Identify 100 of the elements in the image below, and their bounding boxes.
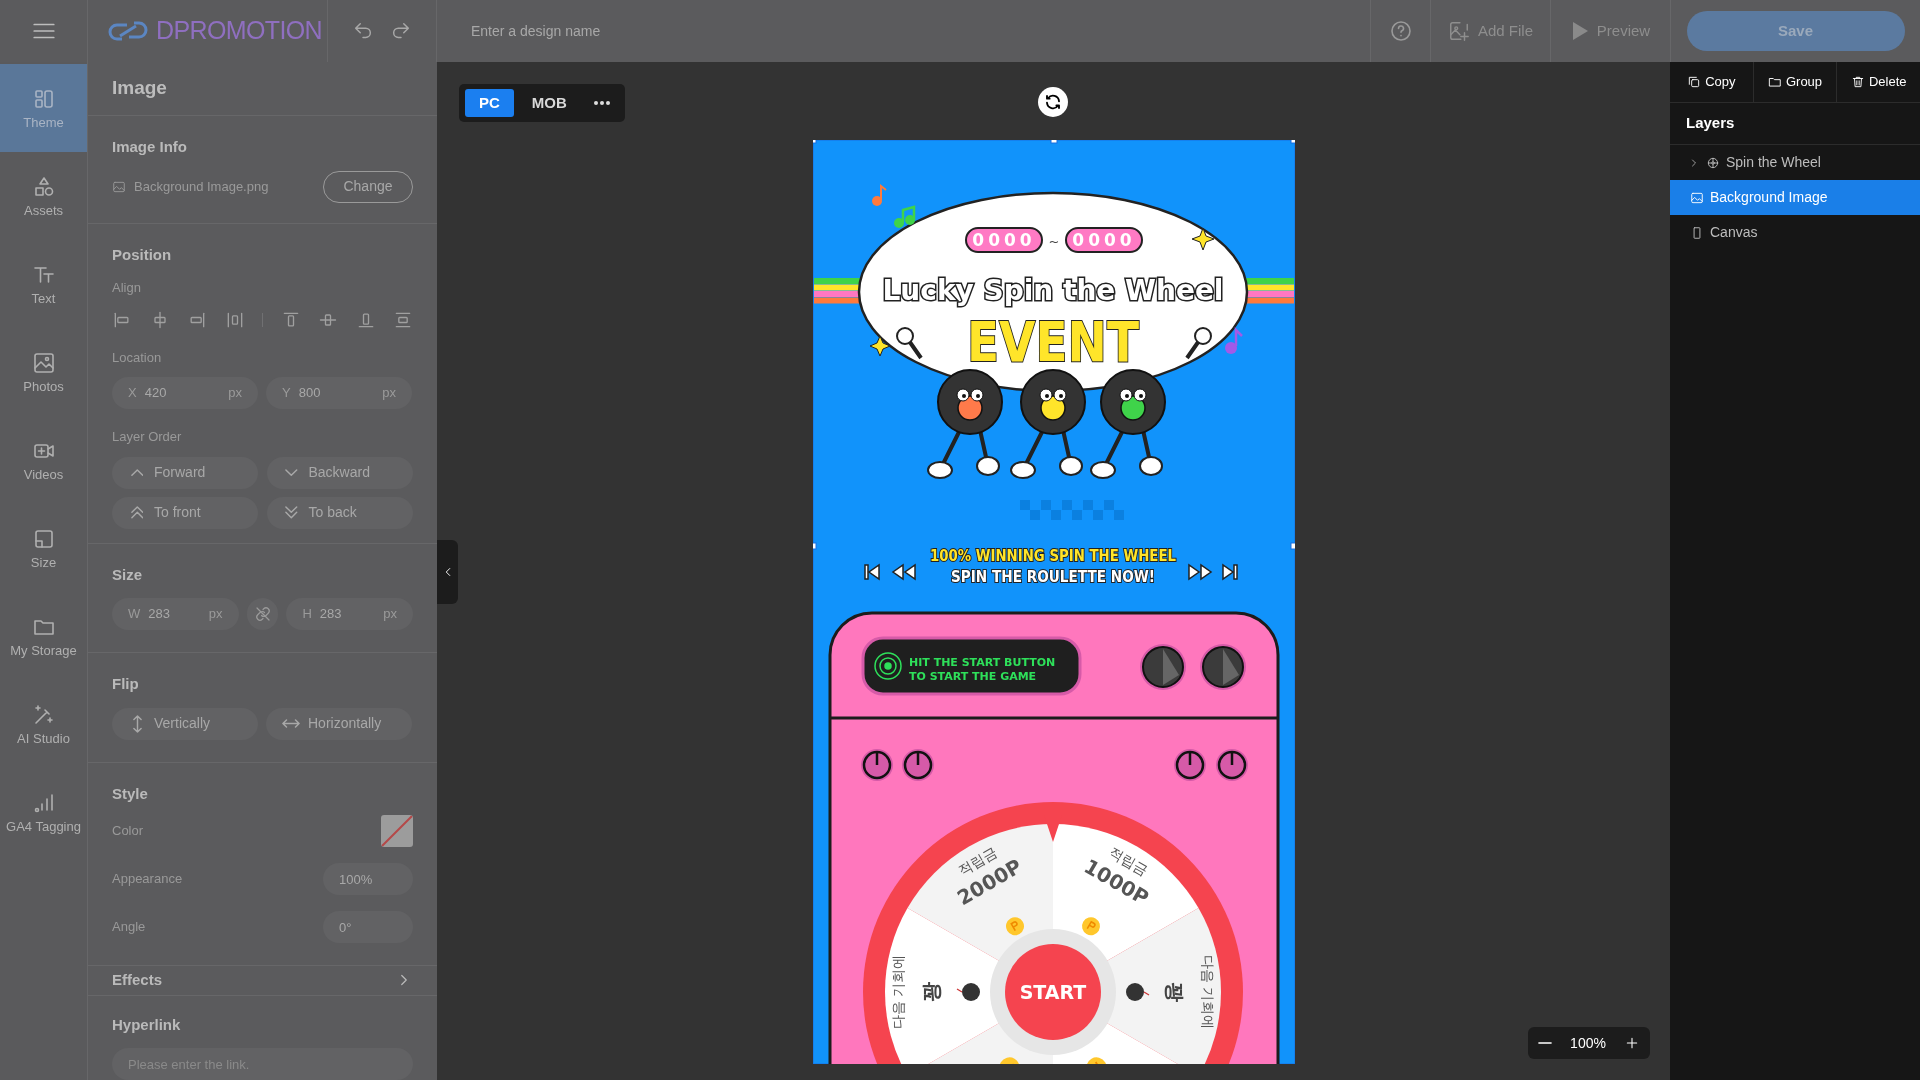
unlink-icon [253, 605, 272, 623]
sidebar-item[interactable]: Assets [0, 152, 87, 240]
number-field[interactable]: H 283 px [286, 598, 413, 630]
selection-handle[interactable] [813, 542, 817, 550]
more-icon [592, 100, 611, 106]
number-field[interactable]: X 420 px [112, 377, 258, 409]
logo-text: DPROMOTION [156, 15, 322, 47]
design-name-field[interactable]: Enter a design name [471, 20, 971, 42]
sidebar-item[interactable]: Text [0, 240, 87, 328]
chevron-down-icon [285, 468, 298, 477]
field-label: Layer Order [112, 428, 183, 446]
field-label: Angle [112, 918, 146, 937]
number-field[interactable]: W 283 px [112, 598, 239, 630]
phone-outline-icon [1690, 225, 1704, 240]
flip-button[interactable]: Horizontally [266, 707, 412, 740]
zoom-level: 100% [1570, 1033, 1606, 1053]
bomb-icon [956, 983, 980, 1001]
field-label: Color [112, 822, 144, 841]
selection-handle[interactable] [813, 140, 817, 144]
rotate-button[interactable] [1038, 87, 1068, 117]
sidebar-item[interactable]: AI Studio [0, 680, 87, 768]
group-button[interactable]: Group [1752, 62, 1837, 102]
delete-button[interactable]: Delete [1836, 62, 1920, 102]
skip-forward-icon [1222, 563, 1238, 581]
coin-icon [999, 1057, 1020, 1064]
layer-order-button[interactable]: Backward [266, 456, 413, 489]
panel-title: Image [112, 76, 167, 101]
dial-knob [1200, 644, 1246, 690]
poster-title: Lucky Spin the Wheel [882, 274, 1224, 307]
layer-item[interactable]: Canvas [1670, 215, 1920, 250]
coin-icon [1006, 917, 1024, 936]
layer-item[interactable]: Spin the Wheel [1670, 145, 1920, 180]
layers-title: Layers [1686, 113, 1735, 134]
layer-order-button[interactable]: To back [266, 496, 413, 529]
save-button[interactable]: Save [1686, 11, 1905, 51]
collapse-handle[interactable] [437, 540, 458, 604]
display-text: HIT THE START BUTTON [909, 656, 1056, 669]
section-title: Size [112, 564, 143, 585]
chain-link-icon [108, 19, 148, 43]
selection-handle[interactable] [1290, 542, 1295, 550]
link-toggle[interactable] [246, 598, 279, 630]
image-icon [112, 179, 126, 194]
horizontal-arrows-icon [282, 719, 300, 728]
image-icon [31, 350, 56, 375]
double-chevron-up-icon [130, 506, 144, 519]
section-title: Image Info [112, 137, 188, 157]
date-badge: 0000 [1065, 227, 1143, 253]
view-tab[interactable]: MOB [517, 89, 581, 117]
miss-label: 다음 기회에 [890, 954, 906, 1030]
layer-order-button[interactable]: Forward [112, 456, 258, 489]
appearance-field[interactable]: 100% [323, 863, 413, 895]
sidebar-item[interactable]: GA4 Tagging [0, 768, 87, 856]
section-title: Style [112, 783, 149, 804]
section-title: Hyperlink [112, 1014, 182, 1035]
effects-row[interactable]: Effects [88, 965, 437, 996]
miss-text: 꽝 [1163, 982, 1187, 1002]
sidebar-item[interactable]: Videos [0, 416, 87, 504]
section-title: Flip [112, 674, 140, 694]
color-swatch[interactable] [381, 815, 413, 847]
sidebar-item[interactable]: Size [0, 504, 87, 592]
layer-order-button[interactable]: To front [112, 496, 258, 529]
field-label: Appearance [112, 870, 183, 889]
play-icon [1570, 21, 1589, 41]
small-knob [902, 749, 934, 781]
dial-knob [1140, 644, 1186, 690]
field-label: Align [112, 279, 142, 297]
flip-button[interactable]: Vertically [112, 707, 258, 740]
rewind-icon [891, 563, 916, 581]
promo-headline: 100% WINNING SPIN THE WHEEL [930, 547, 1208, 565]
skip-back-icon [864, 563, 880, 581]
sidebar-item[interactable]: Photos [0, 328, 87, 416]
miss-label: 다음 기회에 [1200, 954, 1216, 1030]
file-name: Background Image.png [134, 177, 269, 196]
zoom-in-button[interactable] [1624, 1035, 1640, 1051]
layer-item[interactable]: Background Image [1670, 180, 1920, 215]
double-chevron-down-icon [285, 506, 298, 519]
help-button[interactable] [1388, 19, 1413, 43]
section-title: Position [112, 244, 173, 265]
selection-handle[interactable] [1050, 140, 1058, 144]
sidebar-item[interactable]: Theme [0, 64, 87, 152]
miss-text: 꽝 [919, 982, 943, 1002]
small-knob [1216, 749, 1248, 781]
image-plus-icon [1448, 20, 1470, 42]
angle-field[interactable]: 0° [323, 911, 413, 943]
view-tab[interactable]: PC [465, 89, 514, 117]
bomb-icon [1126, 983, 1150, 1001]
target-icon [874, 652, 902, 680]
small-knob [861, 749, 893, 781]
fast-forward-icon [1188, 563, 1213, 581]
folder-icon [1767, 75, 1782, 89]
coin-icon [1082, 917, 1100, 936]
chevron-up-icon [130, 468, 144, 477]
plus-icon [1624, 1035, 1640, 1051]
date-badge: 0000 [965, 227, 1043, 253]
poster-subtitle: EVENT [967, 309, 1172, 374]
refresh-icon [1044, 93, 1062, 111]
selection-handle[interactable] [1290, 140, 1295, 144]
start-text: START [1019, 981, 1087, 1003]
copy-button[interactable]: Copy [1670, 62, 1753, 102]
sidebar-item[interactable]: My Storage [0, 592, 87, 680]
